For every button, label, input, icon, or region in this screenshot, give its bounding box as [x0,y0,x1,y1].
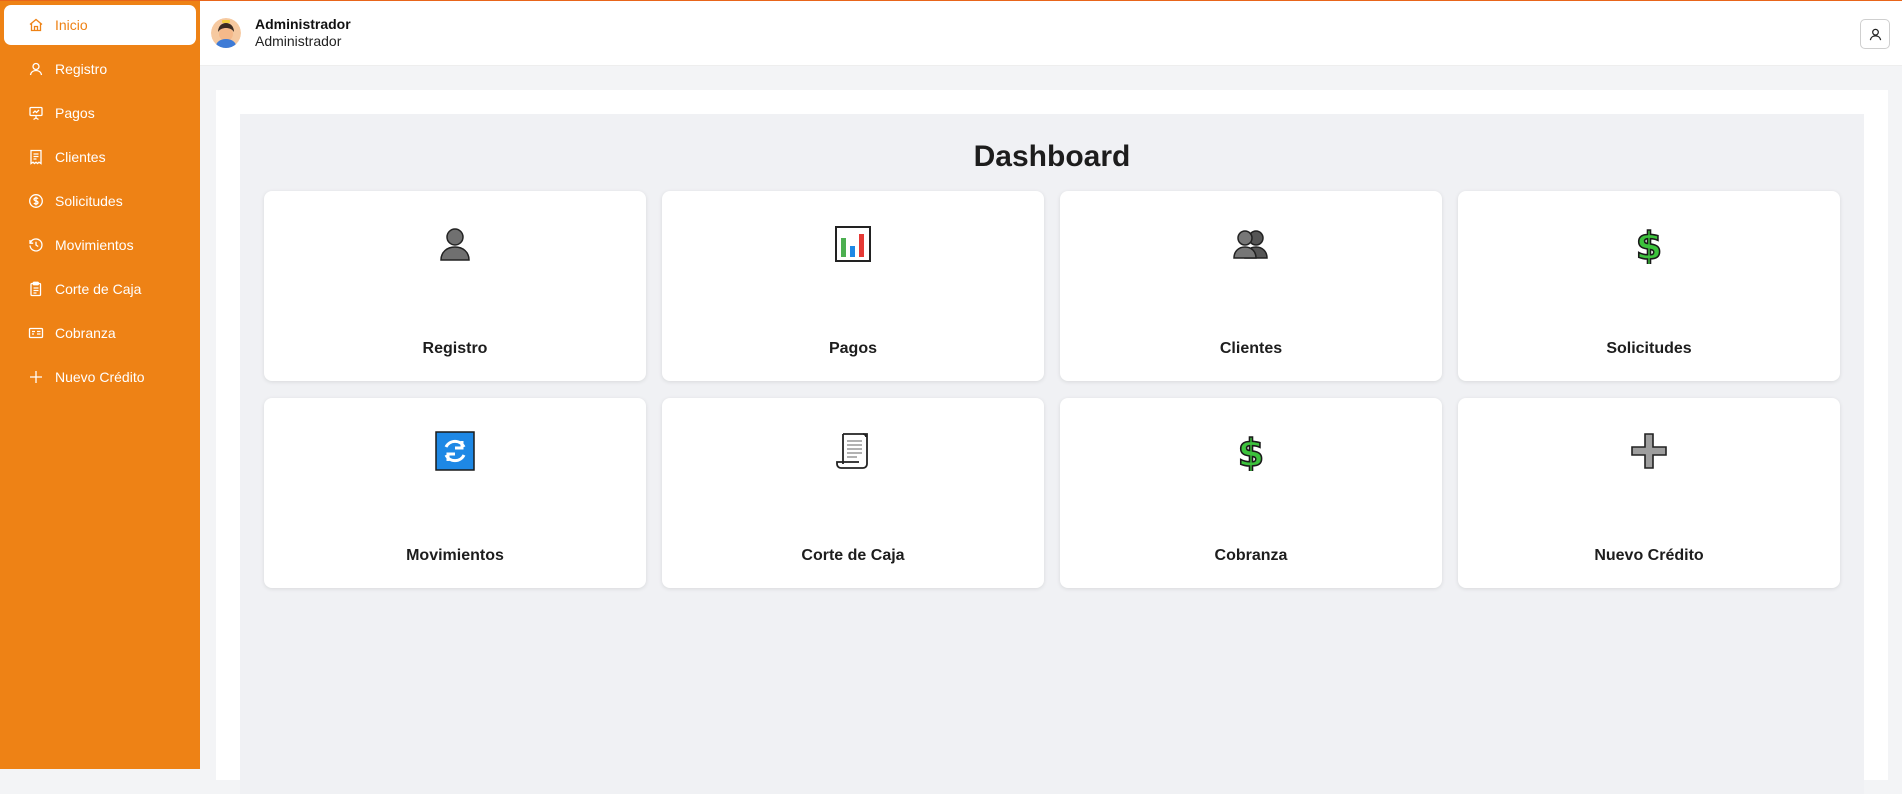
sidebar-item-label: Pagos [55,105,95,121]
sidebar-item-nuevo-credito[interactable]: Nuevo Crédito [4,357,196,397]
user-icon [1868,27,1883,42]
history-icon [28,237,44,253]
profile-button[interactable] [1860,19,1890,49]
person-icon [435,224,475,264]
card-movimientos[interactable]: Movimientos [264,398,646,588]
card-pagos[interactable]: Pagos [662,191,1044,381]
card-label: Nuevo Crédito [1594,547,1704,564]
presentation-icon [28,105,44,121]
sidebar-item-pagos[interactable]: Pagos [4,93,196,133]
card-label: Movimientos [406,547,504,564]
dollar-sign-icon: $ [1231,430,1271,476]
card-nuevo-credito[interactable]: Nuevo Crédito [1458,398,1840,588]
sidebar-item-label: Inicio [55,17,88,33]
sidebar-item-label: Cobranza [55,325,116,341]
home-icon [28,17,44,33]
bar-chart-icon [833,224,873,264]
refresh-icon [435,431,475,471]
sidebar-item-movimientos[interactable]: Movimientos [4,225,196,265]
card-clientes[interactable]: Clientes [1060,191,1442,381]
svg-text:$: $ [1238,431,1264,471]
svg-text:$: $ [1636,224,1662,264]
plus-sign-icon [1629,431,1669,471]
dollar-sign-icon: $ [1629,223,1669,269]
page-title: Dashboard [973,140,1131,173]
user-info: Administrador Administrador [255,16,351,50]
receipt-icon [28,149,44,165]
sidebar-item-label: Movimientos [55,237,134,253]
card-cobranza[interactable]: $ Cobranza [1060,398,1442,588]
card-label: Solicitudes [1606,340,1692,357]
card-label: Cobranza [1214,547,1288,564]
main-content: Dashboard Registro Pagos Clientes $ Soli… [216,90,1888,794]
clipboard-icon [28,281,44,297]
card-corte-de-caja[interactable]: Corte de Caja [662,398,1044,588]
sidebar-item-label: Solicitudes [55,193,123,209]
sidebar: Inicio Registro Pagos Clientes Solicitud… [0,1,200,769]
card-solicitudes[interactable]: $ Solicitudes [1458,191,1840,381]
user-name: Administrador [255,16,351,32]
sidebar-item-clientes[interactable]: Clientes [4,137,196,177]
people-icon [1231,224,1271,264]
user-icon [28,61,44,77]
sidebar-item-label: Clientes [55,149,106,165]
card-label: Registro [422,340,488,357]
sidebar-item-label: Nuevo Crédito [55,369,145,385]
sidebar-item-inicio[interactable]: Inicio [4,5,196,45]
user-role: Administrador [255,33,342,49]
plus-icon [28,369,44,385]
sidebar-item-label: Corte de Caja [55,281,142,297]
sidebar-item-corte-de-caja[interactable]: Corte de Caja [4,269,196,309]
card-label: Clientes [1219,340,1283,357]
sidebar-nav: Inicio Registro Pagos Clientes Solicitud… [0,1,200,397]
card-icon [28,325,44,341]
card-label: Corte de Caja [801,547,905,564]
sidebar-item-cobranza[interactable]: Cobranza [4,313,196,353]
sidebar-item-solicitudes[interactable]: Solicitudes [4,181,196,221]
dollar-circle-icon [28,193,44,209]
avatar [211,18,241,48]
dashboard-panel: Dashboard Registro Pagos Clientes $ Soli… [240,114,1864,794]
card-registro[interactable]: Registro [264,191,646,381]
top-bar: Administrador Administrador [200,1,1902,66]
sidebar-item-registro[interactable]: Registro [4,49,196,89]
card-label: Pagos [828,340,877,357]
scroll-icon [833,431,873,471]
sidebar-item-label: Registro [55,61,108,77]
